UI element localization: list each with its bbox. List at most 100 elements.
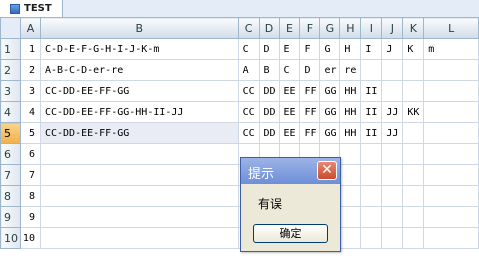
cell[interactable]: K [402, 38, 425, 60]
cell-a[interactable]: 7 [19, 164, 41, 186]
sheet-tab-test[interactable]: TEST [0, 0, 63, 17]
cell[interactable] [402, 143, 425, 165]
cell[interactable] [423, 101, 479, 123]
cell[interactable]: H [339, 38, 362, 60]
cell[interactable]: D [258, 38, 280, 60]
cell[interactable]: CC [237, 80, 260, 102]
cell[interactable] [423, 164, 479, 186]
column-header[interactable]: G [319, 17, 341, 39]
cell[interactable] [360, 59, 383, 81]
column-header[interactable]: B [39, 17, 239, 39]
cell[interactable]: EE [278, 80, 301, 102]
column-header[interactable]: H [339, 17, 362, 39]
cell[interactable]: A [237, 59, 260, 81]
cell-b[interactable] [39, 185, 239, 207]
column-header[interactable]: C [237, 17, 260, 39]
cell[interactable] [402, 164, 425, 186]
cell[interactable] [381, 164, 404, 186]
cell-b[interactable] [39, 206, 239, 228]
cell[interactable] [402, 122, 425, 144]
cell[interactable]: HH [339, 122, 362, 144]
cell[interactable]: FF [299, 80, 321, 102]
cell[interactable]: GG [319, 101, 341, 123]
cell[interactable]: EE [278, 122, 301, 144]
cell[interactable]: re [339, 59, 362, 81]
cell[interactable] [402, 185, 425, 207]
cell[interactable]: D [299, 59, 321, 81]
cell[interactable]: F [299, 38, 321, 60]
cell[interactable] [402, 80, 425, 102]
cell[interactable]: m [423, 38, 479, 60]
cell[interactable] [339, 206, 362, 228]
cell[interactable]: HH [339, 80, 362, 102]
cell[interactable]: B [258, 59, 280, 81]
cell[interactable]: HH [339, 101, 362, 123]
cell[interactable] [423, 227, 479, 249]
cell[interactable] [423, 143, 479, 165]
cell[interactable]: KK [402, 101, 425, 123]
dialog-title-bar[interactable]: 提示 ✕ [241, 158, 340, 184]
cell[interactable] [423, 122, 479, 144]
cell[interactable]: JJ [381, 122, 404, 144]
cell[interactable] [423, 185, 479, 207]
row-header[interactable]: 9 [0, 206, 21, 228]
cell[interactable]: FF [299, 122, 321, 144]
cell-a[interactable]: 1 [19, 38, 41, 60]
cell-a[interactable]: 2 [19, 59, 41, 81]
column-header[interactable]: F [299, 17, 321, 39]
cell[interactable]: GG [319, 122, 341, 144]
cell[interactable]: JJ [381, 101, 404, 123]
cell[interactable]: EE [278, 101, 301, 123]
cell[interactable] [381, 143, 404, 165]
cell[interactable] [339, 143, 362, 165]
cell-a[interactable]: 5 [19, 122, 41, 144]
cell-b[interactable]: CC-DD-EE-FF-GG-HH-II-JJ [39, 101, 239, 123]
cell[interactable] [423, 80, 479, 102]
column-header[interactable]: A [19, 17, 41, 39]
cell[interactable] [360, 206, 383, 228]
cell-b[interactable] [39, 227, 239, 249]
cell[interactable] [339, 185, 362, 207]
cell-a[interactable]: 4 [19, 101, 41, 123]
row-header[interactable]: 10 [0, 227, 21, 249]
cell[interactable] [360, 185, 383, 207]
ok-button[interactable]: 确定 [253, 224, 328, 243]
cell[interactable] [402, 59, 425, 81]
cell[interactable]: G [319, 38, 341, 60]
column-header[interactable]: J [381, 17, 404, 39]
cell[interactable]: DD [258, 101, 280, 123]
row-header[interactable]: 8 [0, 185, 21, 207]
cell-a[interactable]: 6 [19, 143, 41, 165]
row-header[interactable]: 2 [0, 59, 21, 81]
cell[interactable] [381, 206, 404, 228]
cell[interactable] [402, 206, 425, 228]
cell[interactable] [339, 227, 362, 249]
cell-a[interactable]: 9 [19, 206, 41, 228]
cell[interactable]: er [319, 59, 341, 81]
cell[interactable]: GG [319, 80, 341, 102]
cell[interactable]: J [381, 38, 404, 60]
cell[interactable] [360, 227, 383, 249]
cell[interactable]: C [278, 59, 301, 81]
cell[interactable] [423, 206, 479, 228]
cell-b[interactable]: A-B-C-D-er-re [39, 59, 239, 81]
cell-a[interactable]: 10 [19, 227, 41, 249]
row-header[interactable]: 5 [0, 122, 21, 144]
cell-b[interactable] [39, 164, 239, 186]
cell[interactable] [381, 80, 404, 102]
cell-b[interactable]: CC-DD-EE-FF-GG [39, 122, 239, 144]
cell-b[interactable]: C-D-E-F-G-H-I-J-K-m [39, 38, 239, 60]
column-header[interactable]: D [258, 17, 280, 39]
cell[interactable]: II [360, 122, 383, 144]
cell-b[interactable]: CC-DD-EE-FF-GG [39, 80, 239, 102]
cell[interactable]: E [278, 38, 301, 60]
cell[interactable] [423, 59, 479, 81]
cell[interactable]: FF [299, 101, 321, 123]
cell[interactable] [381, 59, 404, 81]
row-header[interactable]: 3 [0, 80, 21, 102]
row-header[interactable]: 6 [0, 143, 21, 165]
cell[interactable] [339, 164, 362, 186]
cell[interactable] [381, 185, 404, 207]
cell[interactable]: II [360, 80, 383, 102]
close-icon[interactable]: ✕ [317, 161, 337, 180]
